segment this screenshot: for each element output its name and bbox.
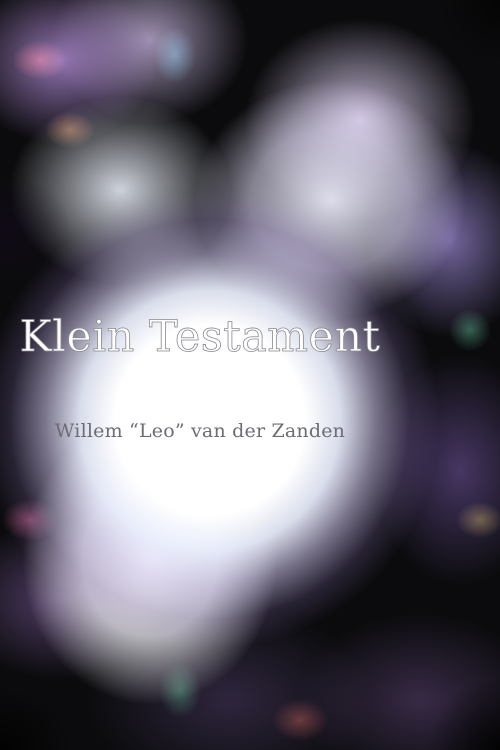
poster-title: Klein Testament [19,312,381,363]
poster-author: Willem “Leo” van der Zanden [54,420,346,442]
corner-vignette [0,0,500,750]
poster: Klein Testament Willem “Leo” van der Zan… [0,0,500,750]
